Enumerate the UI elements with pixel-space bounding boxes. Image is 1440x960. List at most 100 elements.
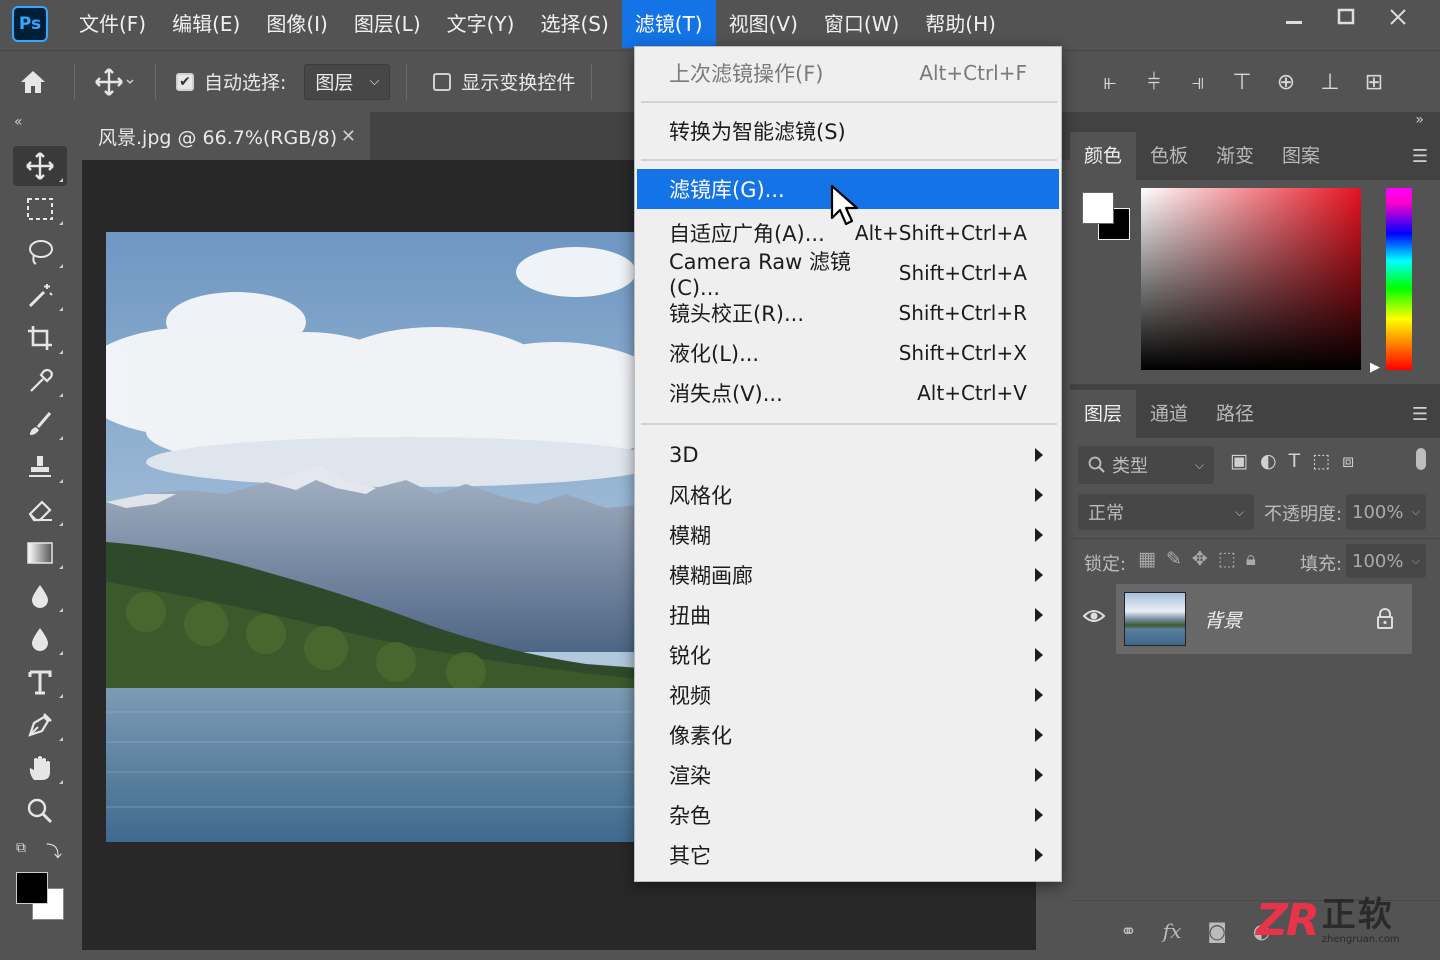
default-colors-icon[interactable]: ⧉ [16, 840, 26, 856]
swap-colors-icon[interactable]: ⤵ [46, 838, 62, 862]
move-tool-preset-icon[interactable] [83, 67, 147, 97]
layer-filter-dropdown[interactable]: 类型 ⌵ [1078, 446, 1214, 484]
panel-menu-icon[interactable]: ☰ [1412, 404, 1428, 425]
submenu-video[interactable]: 视频 [637, 675, 1059, 715]
lock-all-icon[interactable]: 🔒︎ [1246, 548, 1256, 570]
menu-view[interactable]: 视图(V) [716, 0, 811, 48]
filter-toggle-icon[interactable] [1416, 448, 1426, 470]
menu-select[interactable]: 选择(S) [527, 0, 621, 48]
type-tool-icon[interactable] [13, 662, 67, 702]
layer-item[interactable]: 背景 [1116, 584, 1412, 654]
menu-image[interactable]: 图像(I) [253, 0, 341, 48]
move-tool-icon[interactable] [13, 146, 67, 186]
add-mask-icon[interactable]: ◙ [1207, 919, 1226, 943]
maximize-icon[interactable] [1320, 0, 1372, 34]
align-left-icon[interactable]: ⫦ [1088, 70, 1132, 95]
distribute-icon[interactable]: ⊞ [1352, 70, 1396, 95]
tab-patterns[interactable]: 图案 [1268, 132, 1334, 180]
auto-select-checkbox[interactable]: ✔ [176, 72, 194, 91]
adjustment-layer-filter-icon[interactable]: ◐ [1260, 450, 1277, 472]
marquee-tool-icon[interactable] [13, 189, 67, 229]
pixel-layer-filter-icon[interactable]: ▣ [1230, 450, 1248, 472]
align-right-icon[interactable]: ⫣ [1176, 70, 1220, 95]
hand-tool-icon[interactable] [13, 748, 67, 788]
tab-swatches[interactable]: 色板 [1136, 132, 1202, 180]
opacity-field[interactable]: 100% ⌵ [1346, 494, 1426, 530]
lock-position-icon[interactable]: ✥ [1192, 548, 1208, 570]
align-top-icon[interactable]: ⊤ [1220, 70, 1264, 95]
close-icon[interactable] [1372, 0, 1424, 34]
menu-item-convert-smart-filter[interactable]: 转换为智能滤镜(S) [637, 111, 1059, 151]
submenu-other[interactable]: 其它 [637, 835, 1059, 875]
menu-item-lens-correction[interactable]: 镜头校正(R)... Shift+Ctrl+R [637, 293, 1059, 333]
menu-item-last-filter[interactable]: 上次滤镜操作(F) Alt+Ctrl+F [637, 53, 1059, 93]
shape-layer-filter-icon[interactable]: ⬚ [1312, 450, 1330, 472]
link-layers-icon[interactable]: ⚭ [1120, 919, 1137, 943]
foreground-color-swatch[interactable] [16, 872, 48, 904]
menu-edit[interactable]: 编辑(E) [159, 0, 253, 48]
gradient-tool-icon[interactable] [13, 533, 67, 573]
fx-icon[interactable]: fx [1163, 919, 1182, 943]
submenu-render[interactable]: 渲染 [637, 755, 1059, 795]
tab-channels[interactable]: 通道 [1136, 390, 1202, 438]
zoom-tool-icon[interactable] [13, 791, 67, 831]
submenu-noise[interactable]: 杂色 [637, 795, 1059, 835]
menu-layer[interactable]: 图层(L) [341, 0, 434, 48]
menu-type[interactable]: 文字(Y) [434, 0, 528, 48]
panel-menu-icon[interactable]: ☰ [1412, 146, 1428, 167]
close-tab-icon[interactable]: ✕ [341, 126, 356, 147]
brush-tool-icon[interactable] [13, 404, 67, 444]
submenu-sharpen[interactable]: 锐化 [637, 635, 1059, 675]
layer-lock-icon[interactable] [1376, 608, 1394, 634]
collapse-toolbar-icon[interactable]: « [14, 114, 23, 130]
smart-object-filter-icon[interactable]: ⧈ [1342, 450, 1354, 472]
clone-stamp-tool-icon[interactable] [13, 447, 67, 487]
submenu-pixelate[interactable]: 像素化 [637, 715, 1059, 755]
align-bottom-icon[interactable]: ⊥ [1308, 70, 1352, 95]
tab-layers[interactable]: 图层 [1070, 390, 1137, 438]
panel-fg-color-swatch[interactable] [1082, 192, 1114, 224]
crop-tool-icon[interactable] [13, 318, 67, 358]
lock-transparent-pixels-icon[interactable]: ▦ [1138, 548, 1156, 570]
type-layer-filter-icon[interactable]: T [1289, 450, 1301, 472]
blend-mode-dropdown[interactable]: 正常 ⌵ [1078, 494, 1254, 530]
expand-panels-icon[interactable]: » [1415, 112, 1424, 128]
blur-tool-icon[interactable] [13, 576, 67, 616]
tab-color[interactable]: 颜色 [1070, 132, 1137, 180]
menu-item-liquify[interactable]: 液化(L)... Shift+Ctrl+X [637, 333, 1059, 373]
lock-artboard-icon[interactable]: ⬚ [1218, 548, 1236, 570]
submenu-stylize[interactable]: 风格化 [637, 475, 1059, 515]
menu-item-vanishing-point[interactable]: 消失点(V)... Alt+Ctrl+V [637, 373, 1059, 413]
pen-tool-icon[interactable] [13, 705, 67, 745]
tab-gradients[interactable]: 渐变 [1202, 132, 1268, 180]
magic-wand-tool-icon[interactable] [13, 275, 67, 315]
tab-paths[interactable]: 路径 [1202, 390, 1268, 438]
menu-filter[interactable]: 滤镜(T) [621, 0, 716, 48]
color-field[interactable] [1141, 188, 1361, 370]
submenu-blur-gallery[interactable]: 模糊画廊 [637, 555, 1059, 595]
lasso-tool-icon[interactable] [13, 232, 67, 272]
layer-row[interactable]: 背景 [1070, 584, 1440, 654]
minimize-icon[interactable] [1268, 0, 1320, 34]
menu-window[interactable]: 窗口(W) [811, 0, 912, 48]
visibility-eye-icon[interactable] [1082, 606, 1106, 630]
menu-file[interactable]: 文件(F) [66, 0, 159, 48]
home-icon[interactable] [0, 69, 66, 95]
lock-image-pixels-icon[interactable]: ✎ [1166, 548, 1182, 570]
submenu-distort[interactable]: 扭曲 [637, 595, 1059, 635]
document-tab[interactable]: 风景.jpg @ 66.7%(RGB/8) ✕ [82, 112, 370, 160]
hue-slider[interactable] [1386, 188, 1412, 370]
align-middle-v-icon[interactable]: ⊕ [1264, 70, 1308, 95]
hue-slider-handle-icon[interactable]: ▶ [1370, 360, 1380, 375]
show-transform-checkbox[interactable] [433, 72, 452, 91]
fill-field[interactable]: 100% ⌵ [1346, 544, 1426, 578]
menu-item-camera-raw[interactable]: Camera Raw 滤镜(C)... Shift+Ctrl+A [637, 250, 1059, 300]
auto-select-target-dropdown[interactable]: 图层 ⌵ [304, 63, 391, 100]
align-center-h-icon[interactable]: ⫩ [1132, 70, 1176, 95]
submenu-3d[interactable]: 3D [637, 435, 1059, 475]
eraser-tool-icon[interactable] [13, 490, 67, 530]
eyedropper-tool-icon[interactable] [13, 361, 67, 401]
submenu-blur[interactable]: 模糊 [637, 515, 1059, 555]
menu-help[interactable]: 帮助(H) [912, 0, 1009, 48]
dodge-tool-icon[interactable] [13, 619, 67, 659]
